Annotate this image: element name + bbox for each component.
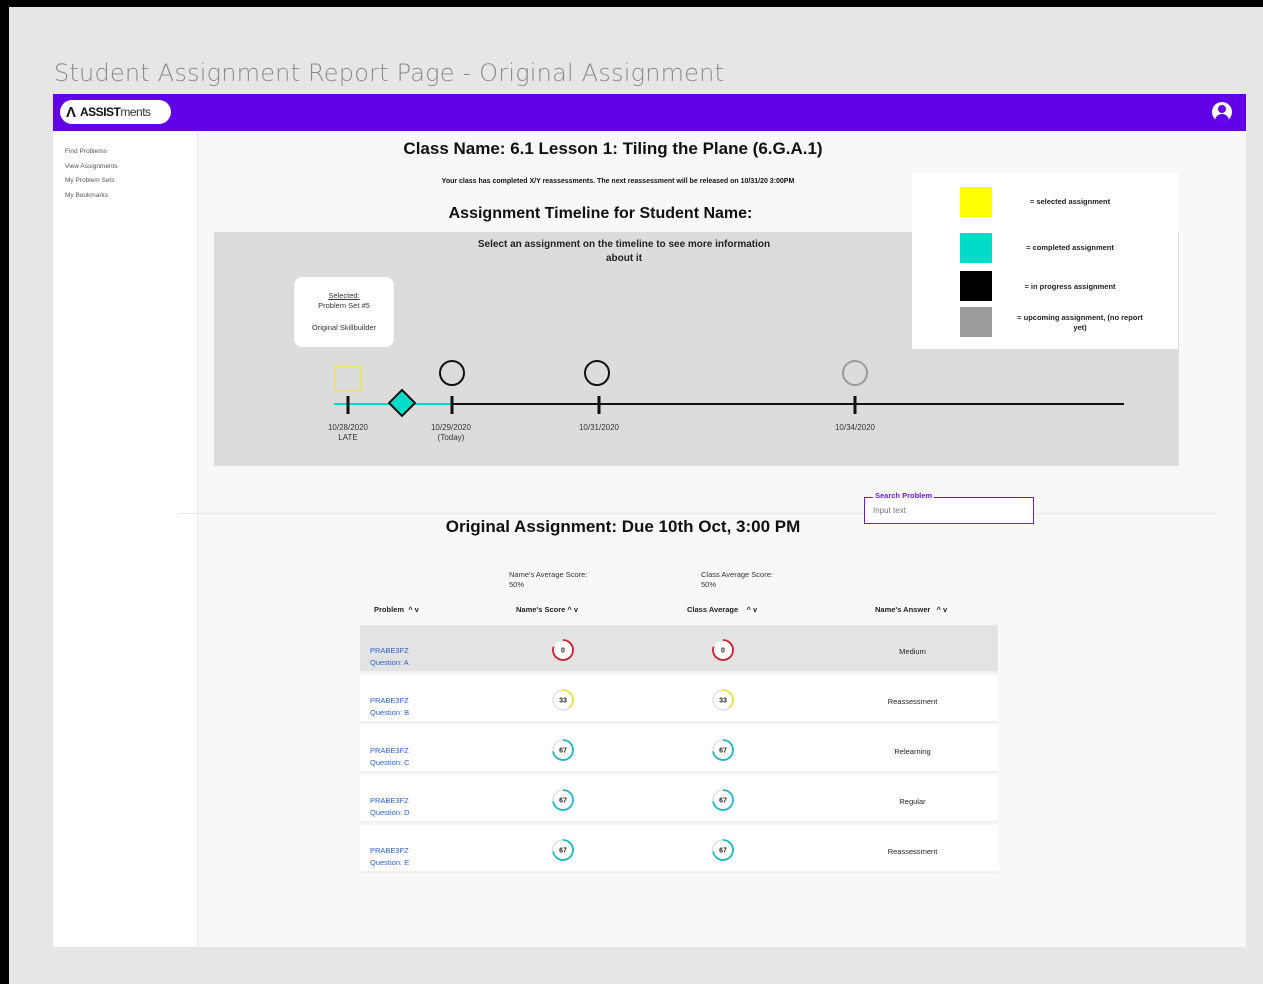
class-average-gauge: 67 — [712, 789, 734, 811]
column-header-class-average[interactable]: Class Average ^ v — [687, 605, 757, 614]
name-score-gauge: 33 — [552, 689, 574, 711]
name-answer: Reassessment — [887, 847, 938, 856]
user-account-icon[interactable] — [1212, 102, 1232, 122]
name-score-gauge: 0 — [552, 639, 574, 661]
legend-swatch-in-progress — [960, 271, 992, 301]
problem-link[interactable]: PRABE3FZ Question: B — [370, 695, 409, 719]
column-header-name-answer[interactable]: Name's Answer ^ v — [875, 605, 947, 614]
svg-text:67: 67 — [559, 848, 567, 855]
name-answer: Regular — [899, 797, 926, 806]
screen-frame: Student Assignment Report Page - Origina… — [9, 7, 1263, 984]
app-window: Λ ASSIST ments Find Problems View Assign… — [53, 94, 1246, 947]
legend-label-completed: = completed assignment — [1026, 243, 1114, 252]
table-row: PRABE3FZ Question: D 67 67 Regular — [360, 775, 998, 823]
main-content: Class Name: 6.1 Lesson 1: Tiling the Pla… — [178, 131, 1246, 947]
legend-swatch-upcoming — [960, 307, 992, 337]
class-average-gauge: 67 — [712, 739, 734, 761]
table-row: PRABE3FZ Question: E 67 67 Reassessment — [360, 825, 998, 873]
problem-link[interactable]: PRABE3FZ Question: C — [370, 745, 410, 769]
assistments-logo[interactable]: Λ ASSIST ments — [60, 100, 171, 124]
timeline-date-4: 10/34/2020 — [834, 423, 876, 432]
sort-icon[interactable]: ^ v — [932, 605, 948, 614]
problem-link[interactable]: PRABE3FZ Question: A — [370, 645, 409, 669]
class-average-gauge: 67 — [712, 839, 734, 861]
reassessment-info: Your class has completed X/Y reassessmen… — [441, 178, 795, 185]
timeline-date-2: 10/29/2020 (Today) — [430, 423, 472, 442]
timeline-date-3: 10/31/2020 — [578, 423, 620, 432]
timeline-date-1: 10/28/2020 LATE — [327, 423, 369, 442]
logo-text-light: ments — [120, 105, 151, 119]
name-score-gauge: 67 — [552, 739, 574, 761]
selected-assignment-marker[interactable] — [334, 365, 362, 392]
svg-text:67: 67 — [559, 748, 567, 755]
sidebar-item-my-problem-sets[interactable]: My Problem Sets — [65, 174, 197, 189]
page-title: Student Assignment Report Page - Origina… — [54, 59, 725, 87]
column-header-problem[interactable]: Problem ^ v — [374, 605, 419, 614]
svg-text:67: 67 — [719, 748, 727, 755]
name-answer: Medium — [899, 647, 926, 656]
timeline-heading: Assignment Timeline for Student Name: — [448, 205, 753, 222]
name-answer: Reassessment — [887, 697, 938, 706]
top-bar: Λ ASSIST ments — [53, 94, 1246, 131]
class-average-gauge: 0 — [712, 639, 734, 661]
svg-text:0: 0 — [561, 648, 565, 655]
sidebar: Find Problems View Assignments My Proble… — [53, 131, 198, 947]
legend-swatch-completed — [960, 233, 992, 263]
assignment-heading: Original Assignment: Due 10th Oct, 3:00 … — [445, 517, 801, 536]
in-progress-assignment-marker[interactable] — [439, 360, 465, 386]
legend-label-upcoming: = upcoming assignment, (no report yet) — [1017, 313, 1143, 332]
class-name-heading: Class Name: 6.1 Lesson 1: Tiling the Pla… — [403, 139, 823, 158]
class-average-score: Class Average Score: 50% — [701, 570, 773, 589]
sort-icon[interactable]: ^ v — [406, 605, 419, 614]
legend-label-selected: = selected assignment — [1029, 197, 1111, 206]
legend-label-in-progress: = in progress assignment — [1024, 282, 1116, 291]
sort-icon[interactable]: ^ v — [740, 605, 758, 614]
name-score-gauge: 67 — [552, 789, 574, 811]
timeline-legend: = selected assignment = completed assign… — [912, 173, 1178, 349]
search-problem-field: Search Problem — [864, 491, 1034, 524]
problem-link[interactable]: PRABE3FZ Question: E — [370, 845, 409, 869]
svg-text:67: 67 — [719, 848, 727, 855]
table-row: PRABE3FZ Question: A 0 0 Medium — [360, 625, 998, 673]
column-header-name-score[interactable]: Name's Score ^ v — [516, 605, 578, 614]
search-problem-input[interactable] — [873, 506, 1023, 515]
class-average-gauge: 33 — [712, 689, 734, 711]
svg-text:67: 67 — [719, 798, 727, 805]
logo-mark-icon: Λ — [66, 103, 77, 121]
in-progress-assignment-marker[interactable] — [584, 360, 610, 386]
table-row: PRABE3FZ Question: C 67 67 Relearning — [360, 725, 998, 773]
svg-text:0: 0 — [721, 648, 725, 655]
svg-text:33: 33 — [559, 698, 567, 705]
section-divider — [178, 513, 1218, 514]
sidebar-item-my-bookmarks[interactable]: My Bookmarks — [65, 189, 197, 204]
name-average-score: Name's Average Score: 50% — [509, 570, 588, 589]
search-problem-label: Search Problem — [873, 491, 935, 500]
svg-text:33: 33 — [719, 698, 727, 705]
upcoming-assignment-marker[interactable] — [842, 360, 868, 386]
problem-link[interactable]: PRABE3FZ Question: D — [370, 795, 410, 819]
legend-swatch-selected — [960, 187, 992, 217]
sort-icon[interactable]: ^ v — [567, 605, 578, 614]
completed-assignment-marker[interactable] — [387, 388, 417, 418]
sidebar-item-view-assignments[interactable]: View Assignments — [65, 160, 197, 175]
table-row: PRABE3FZ Question: B 33 33 Reassessment — [360, 675, 998, 723]
logo-text-bold: ASSIST — [80, 105, 121, 119]
name-answer: Relearning — [894, 747, 931, 756]
svg-text:67: 67 — [559, 798, 567, 805]
sidebar-item-find-problems[interactable]: Find Problems — [65, 145, 197, 160]
name-score-gauge: 67 — [552, 839, 574, 861]
